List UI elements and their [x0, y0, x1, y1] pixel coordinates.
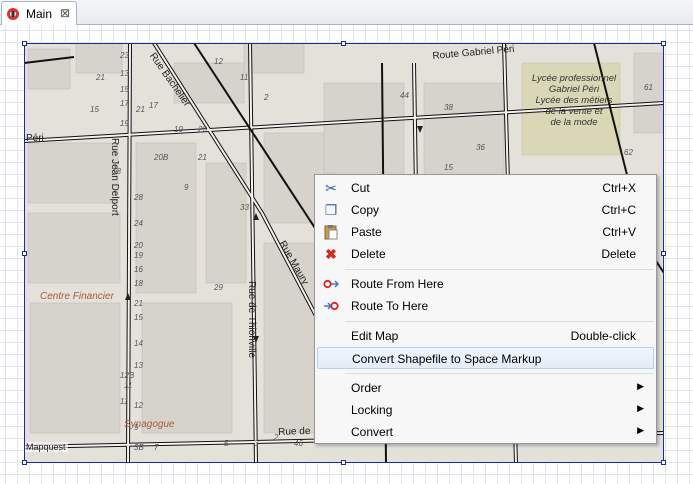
submenu-arrow-icon: ▶ [637, 381, 644, 391]
house-number: 62 [624, 148, 633, 157]
house-number: 21 [198, 153, 207, 162]
house-number: 19 [134, 251, 143, 260]
house-number: 14 [134, 339, 143, 348]
house-number: 7 [154, 443, 159, 452]
house-number: 46 [294, 439, 303, 448]
house-number: 17 [120, 99, 129, 108]
house-number: 18 [134, 279, 143, 288]
close-icon[interactable]: ⊠ [60, 5, 70, 21]
house-number: 15 [120, 85, 129, 94]
map-label-synagogue: Synagogue [124, 419, 175, 430]
map-label-lycee: Lycée professionnel Gabriel Péri Lycée d… [531, 73, 617, 128]
menu-separator [345, 373, 654, 374]
menu-item-copy[interactable]: ❐ Copy Ctrl+C [317, 199, 654, 221]
house-number: 44 [400, 91, 409, 100]
house-number: 19 [174, 125, 183, 134]
route-from-icon [323, 279, 339, 289]
house-number: 9 [184, 183, 189, 192]
house-number: 36 [476, 143, 485, 152]
resize-handle-e[interactable] [661, 251, 666, 256]
house-number: 23 [120, 51, 129, 60]
submenu-arrow-icon: ▶ [637, 403, 644, 413]
route-to-icon [324, 301, 339, 311]
house-number: 3 [254, 439, 259, 448]
context-menu: ✂ Cut Ctrl+X ❐ Copy Ctrl+C Paste Ctrl+V … [314, 174, 657, 444]
resize-handle-sw[interactable] [22, 460, 27, 465]
street-label-jean-delport: Rue Jean Delport [109, 138, 120, 216]
house-number: 28 [134, 193, 143, 202]
menu-item-locking[interactable]: Locking ▶ [317, 399, 654, 421]
house-number: 12 [214, 57, 223, 66]
house-number: 17 [149, 101, 158, 110]
map-label-centre-financier: Centre Financier [40, 291, 114, 302]
house-number: 2 [274, 433, 279, 442]
submenu-arrow-icon: ▶ [637, 425, 644, 435]
editor-tab-bar: Main ⊠ [0, 0, 693, 25]
resize-handle-w[interactable] [22, 251, 27, 256]
menu-item-convert-shapefile[interactable]: Convert Shapefile to Space Markup [317, 347, 654, 369]
house-number: 20B [154, 153, 169, 162]
menu-item-edit-map[interactable]: Edit Map Double-click [317, 325, 654, 347]
house-number: 13 [134, 361, 143, 370]
resize-handle-se[interactable] [661, 460, 666, 465]
menu-item-order[interactable]: Order ▶ [317, 377, 654, 399]
house-number: 15 [134, 313, 143, 322]
delete-icon: ✖ [325, 246, 337, 262]
tab-main[interactable]: Main ⊠ [1, 1, 77, 25]
street-label-peri-left: Péri [26, 133, 44, 144]
house-number: 21 [134, 299, 143, 308]
house-number: 16 [134, 265, 143, 274]
mapquest-attribution: Mapquest [24, 442, 68, 452]
resize-handle-n[interactable] [341, 41, 346, 46]
tab-main-label: Main [26, 7, 53, 21]
house-number: 18 [112, 167, 121, 176]
street-label-thionville: Rue de Thionville [246, 281, 257, 359]
menu-item-cut[interactable]: ✂ Cut Ctrl+X [317, 177, 654, 199]
house-number: 13 [120, 69, 129, 78]
resize-handle-ne[interactable] [661, 41, 666, 46]
house-number: 9 [134, 423, 139, 432]
house-number: 2 [264, 93, 269, 102]
house-number: 33 [240, 203, 249, 212]
street-label-bottom: Rue de [278, 425, 311, 438]
house-number: 19 [120, 119, 129, 128]
house-number: 21 [96, 73, 105, 82]
menu-item-route-from-here[interactable]: Route From Here [317, 273, 654, 295]
house-number: 11 [124, 381, 133, 390]
menu-separator [345, 321, 654, 322]
house-number: 15 [90, 105, 99, 114]
house-number: 15 [444, 163, 453, 172]
house-number: 21 [136, 105, 145, 114]
house-number: 12B [120, 371, 135, 380]
menu-item-paste[interactable]: Paste Ctrl+V [317, 221, 654, 243]
paste-icon [324, 225, 338, 240]
house-number: 11 [240, 73, 249, 82]
house-number: 20 [198, 125, 207, 134]
app-icon [7, 8, 19, 20]
menu-item-delete[interactable]: ✖ Delete Delete [317, 243, 654, 265]
menu-item-route-to-here[interactable]: Route To Here [317, 295, 654, 317]
house-number: 11 [120, 397, 129, 406]
house-number: 38 [444, 103, 453, 112]
scissors-icon: ✂ [325, 180, 337, 196]
house-number: 61 [644, 83, 653, 92]
house-number: 5 [224, 439, 229, 448]
house-number: 12 [134, 401, 143, 410]
menu-item-convert[interactable]: Convert ▶ [317, 421, 654, 443]
house-number: 29 [214, 283, 223, 292]
menu-separator [345, 269, 654, 270]
copy-icon: ❐ [324, 202, 338, 218]
resize-handle-s[interactable] [341, 460, 346, 465]
house-number: 24 [134, 219, 143, 228]
resize-handle-nw[interactable] [22, 41, 27, 46]
house-number: 20 [134, 241, 143, 250]
house-number: 3B [134, 443, 144, 452]
